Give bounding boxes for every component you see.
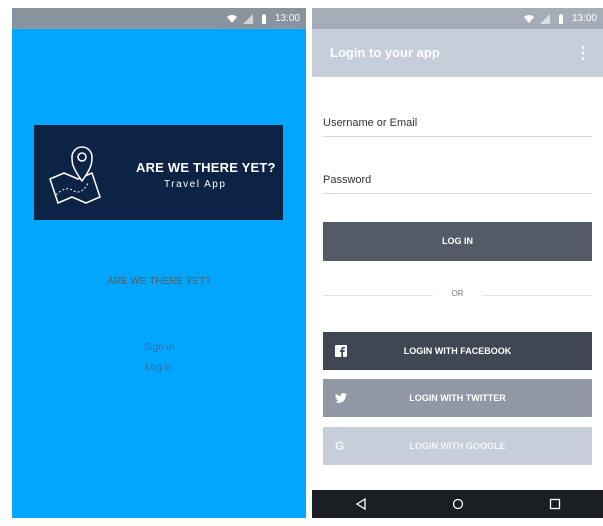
password-underline: [323, 193, 592, 194]
app-heading: ARE WE THERE YET?: [107, 276, 211, 287]
logo-subtitle: Travel App: [164, 179, 227, 190]
toolbar-title: Login to your app: [330, 45, 440, 60]
facebook-login-label: LOGIN WITH FACEBOOK: [403, 346, 512, 356]
signal-icon: [539, 13, 550, 24]
splash-screen: 13:00 ARE WE THERE YET? Travel App ARE W…: [12, 8, 306, 518]
password-field[interactable]: Password: [323, 174, 371, 186]
facebook-login-button[interactable]: LOGIN WITH FACEBOOK: [323, 332, 592, 370]
status-time: 13:00: [571, 13, 597, 24]
or-label: OR: [451, 289, 464, 298]
status-bar: 13:00: [312, 8, 603, 29]
or-divider: OR: [323, 289, 592, 303]
back-icon[interactable]: [355, 498, 367, 510]
battery-icon: [261, 13, 266, 24]
twitter-icon: [335, 379, 347, 417]
username-underline: [323, 136, 592, 137]
sign-in-link[interactable]: Sign in: [12, 342, 306, 353]
wifi-icon: [226, 14, 237, 23]
google-login-button[interactable]: G LOGIN WITH GOOGLE: [323, 427, 592, 465]
google-icon: G: [335, 439, 345, 453]
username-field[interactable]: Username or Email: [323, 117, 417, 129]
divider-line: [482, 295, 592, 296]
map-pin-icon: [49, 146, 101, 205]
login-screen: 13:00 Login to your app ⋮ Username or Em…: [312, 8, 603, 518]
signal-icon: [242, 13, 253, 24]
wifi-icon: [523, 14, 534, 23]
recents-icon[interactable]: [549, 498, 561, 510]
battery-icon: [558, 13, 563, 24]
status-time: 13:00: [274, 13, 300, 24]
log-in-button[interactable]: LOG IN: [323, 222, 592, 261]
home-icon[interactable]: [452, 498, 464, 510]
facebook-icon: [335, 332, 347, 370]
google-login-label: LOGIN WITH GOOGLE: [409, 441, 506, 451]
log-in-link[interactable]: Log in: [12, 362, 306, 373]
twitter-login-label: LOGIN WITH TWITTER: [409, 393, 506, 403]
navigation-bar: [312, 490, 603, 518]
app-toolbar: Login to your app ⋮: [312, 29, 603, 77]
overflow-menu-icon[interactable]: ⋮: [575, 43, 591, 63]
twitter-login-button[interactable]: LOGIN WITH TWITTER: [323, 379, 592, 417]
status-bar: 13:00: [12, 8, 306, 29]
app-logo: ARE WE THERE YET? Travel App: [34, 125, 283, 220]
logo-title: ARE WE THERE YET?: [136, 160, 276, 175]
